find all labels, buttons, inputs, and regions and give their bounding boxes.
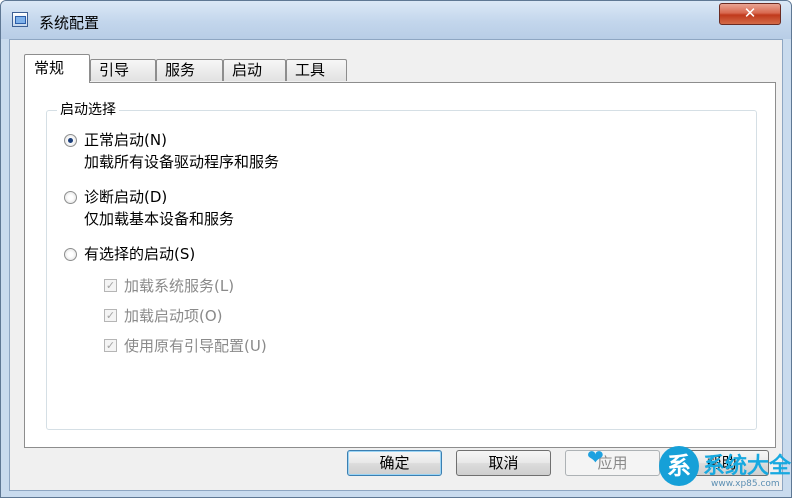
tab-boot[interactable]: 引导 [90,59,156,81]
use-original-boot-config-checkbox[interactable]: ✓ [104,339,117,352]
close-icon: ✕ [743,4,757,22]
selective-startup-label[interactable]: 有选择的启动(S) [84,245,195,263]
ok-button[interactable]: 确定 [347,450,442,476]
normal-startup-radio[interactable] [64,134,77,147]
tab-tools[interactable]: 工具 [286,59,347,81]
tab-startup[interactable]: 启动 [223,59,286,81]
use-original-boot-config-label[interactable]: 使用原有引导配置(U) [124,337,267,355]
window-title: 系统配置 [39,14,100,32]
heart-icon: ❤ [587,445,604,469]
load-system-services-label[interactable]: 加载系统服务(L) [124,277,234,295]
diagnostic-startup-description: 仅加载基本设备和服务 [84,210,235,228]
load-startup-items-checkbox[interactable]: ✓ [104,309,117,322]
title-bar[interactable]: 系统配置 ✕ [1,1,791,39]
dialog-body: 常规 引导 服务 启动 工具 启动选择 正常启动(N) 加载所有设备驱动程序和服… [9,39,783,491]
msconfig-icon [12,12,28,27]
normal-startup-description: 加载所有设备驱动程序和服务 [84,153,280,171]
tab-strip: 常规 引导 服务 启动 工具 [24,54,424,83]
close-button[interactable]: ✕ [719,3,781,25]
general-tab-panel: 启动选择 正常启动(N) 加载所有设备驱动程序和服务 诊断启动(D) 仅加载基本… [24,82,776,448]
tab-tools-label: 工具 [295,61,326,79]
load-system-services-checkbox[interactable]: ✓ [104,279,117,292]
tab-services-label: 服务 [165,61,196,79]
watermark-logo: 系 [659,446,699,486]
tab-services[interactable]: 服务 [156,59,223,81]
tab-general-label: 常规 [34,59,65,77]
watermark-site: www.xp85.com [711,479,780,489]
diagnostic-startup-label[interactable]: 诊断启动(D) [84,188,167,206]
tab-general[interactable]: 常规 [24,54,90,83]
diagnostic-startup-radio[interactable] [64,191,77,204]
tab-boot-label: 引导 [99,61,130,79]
startup-selection-group: 启动选择 正常启动(N) 加载所有设备驱动程序和服务 诊断启动(D) 仅加载基本… [46,101,757,430]
load-startup-items-label[interactable]: 加载启动项(O) [124,307,223,325]
cancel-button[interactable]: 取消 [456,450,551,476]
watermark: 系 系统大全 www.xp85.com [651,443,792,497]
group-legend: 启动选择 [57,101,119,119]
tab-startup-label: 启动 [232,61,263,79]
selective-startup-radio[interactable] [64,248,77,261]
normal-startup-label[interactable]: 正常启动(N) [84,131,167,149]
watermark-text: 系统大全 [703,453,792,479]
system-config-window: 系统配置 ✕ 常规 引导 服务 启动 工具 启动选择 正常启动(N) 加载所有设… [0,0,792,498]
